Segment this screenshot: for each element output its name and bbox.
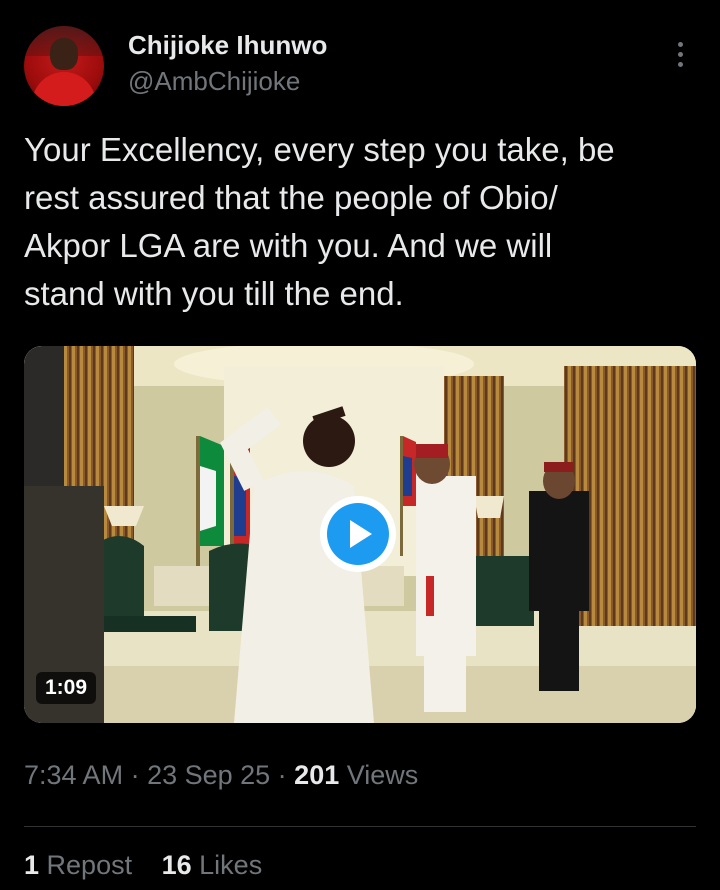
tweet-time[interactable]: 7:34 AM	[24, 760, 123, 790]
likes-count: 16	[161, 850, 192, 880]
divider	[24, 826, 696, 827]
display-name[interactable]: Chijioke Ihunwo	[128, 30, 327, 61]
engagement-stats: 1 Repost 16 Likes	[24, 850, 284, 881]
reposts-stat[interactable]: 1 Repost	[24, 850, 132, 880]
tweet-meta: 7:34 AM · 23 Sep 25 · 201 Views	[24, 760, 418, 791]
avatar-face	[50, 38, 78, 70]
reposts-count: 1	[24, 850, 40, 880]
views-label: Views	[339, 760, 419, 790]
user-handle[interactable]: @AmbChijioke	[128, 66, 300, 97]
video-duration: 1:09	[36, 672, 97, 704]
more-vertical-icon[interactable]	[668, 42, 692, 72]
likes-label: Likes	[191, 850, 263, 880]
likes-stat[interactable]: 16 Likes	[162, 850, 263, 880]
views-count: 201	[294, 760, 340, 790]
tweet-date[interactable]: 23 Sep 25	[147, 760, 270, 790]
tweet-header: Chijioke Ihunwo @AmbChijioke	[0, 0, 720, 120]
reposts-label: Repost	[39, 850, 133, 880]
avatar[interactable]	[24, 26, 104, 106]
video-player[interactable]: 1:09	[24, 346, 696, 723]
play-icon	[327, 503, 389, 565]
meta-separator: ·	[270, 760, 295, 790]
play-button[interactable]	[320, 496, 396, 572]
avatar-shirt	[32, 72, 96, 106]
meta-separator: ·	[123, 760, 148, 790]
tweet-text: Your Excellency, every step you take, be…	[24, 131, 615, 312]
